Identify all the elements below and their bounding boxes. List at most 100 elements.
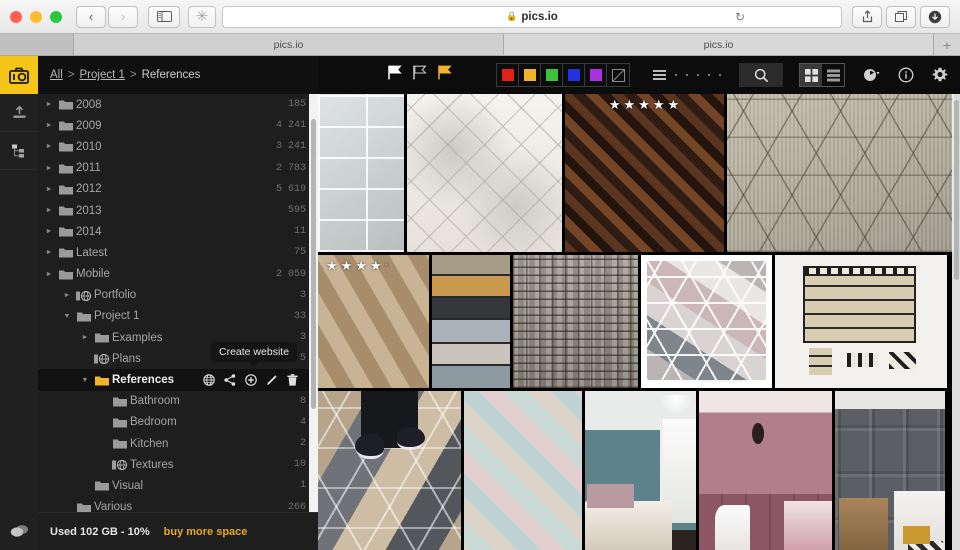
picsio-logo[interactable]	[0, 56, 38, 94]
color-purple[interactable]	[585, 64, 607, 86]
star-on[interactable]: ★	[667, 98, 680, 111]
twisty-collapsed-icon[interactable]: ►	[42, 249, 56, 256]
thumbnail-size-icon[interactable]	[653, 70, 666, 80]
address-bar[interactable]: 🔒 pics.io ↻	[222, 5, 842, 28]
view-mode-toggle[interactable]	[799, 63, 845, 87]
asset-cube-parquet-feet[interactable]	[318, 391, 461, 550]
globe-icon[interactable]	[203, 374, 215, 386]
new-tab-button[interactable]: +	[934, 34, 960, 55]
tree-item-visual[interactable]: Visual 1	[38, 475, 318, 496]
star-on[interactable]: ★	[355, 259, 368, 272]
tree-item-mobile[interactable]: ► Mobile 2 059	[38, 264, 318, 285]
navigation-buttons[interactable]: ‹ ›	[76, 5, 138, 28]
twisty-collapsed-icon[interactable]: ►	[42, 271, 56, 278]
color-red[interactable]	[497, 64, 519, 86]
list-view-icon[interactable]	[822, 64, 844, 86]
tree-item-various[interactable]: Various 266	[38, 497, 318, 512]
collections-tree[interactable]: ► 2008 185 ► 2009 4 241 ► 2010 3 241 ► 2011 2 783 ► 2…	[38, 94, 318, 512]
tab-overview-icon[interactable]	[886, 5, 916, 28]
star-on[interactable]: ★	[638, 98, 651, 111]
tab-pics-io-1[interactable]: pics.io	[74, 34, 504, 55]
asset-dark-wood-parquet[interactable]: ★ ★ ★ ★ ★	[565, 94, 724, 252]
color-yellow[interactable]	[519, 64, 541, 86]
search-icon[interactable]	[739, 63, 783, 87]
size-step-2[interactable]	[686, 74, 688, 76]
flag-white-outline[interactable]	[413, 65, 427, 85]
asset-oak-chevron-floor[interactable]: ★ ★ ★ ★ •	[318, 255, 429, 388]
asset-gray-panel-bedroom[interactable]	[835, 391, 945, 550]
thumbnail-size-slider[interactable]	[653, 70, 721, 80]
size-step-4[interactable]	[708, 74, 710, 76]
tree-item-project-1[interactable]: ▼ Project 1 33	[38, 306, 318, 327]
minimize-window-button[interactable]	[30, 10, 42, 23]
add-icon[interactable]	[245, 374, 257, 386]
flag-white-filled[interactable]	[388, 65, 402, 85]
asset-grid[interactable]: ★ ★ ★ ★ ★ ★ ★ ★ ★ •	[318, 94, 960, 550]
star-on[interactable]: ★	[653, 98, 666, 111]
chat-bubble-icon[interactable]	[0, 512, 38, 550]
share-icon[interactable]	[224, 374, 236, 386]
tree-item-2008[interactable]: ► 2008 185	[38, 94, 318, 115]
tree-item-bedroom[interactable]: Bedroom 4	[38, 412, 318, 433]
tree-item-references[interactable]: ▼ References	[38, 369, 318, 391]
gear-icon[interactable]	[932, 67, 948, 83]
grid-scrollbar[interactable]	[952, 94, 960, 550]
twisty-collapsed-icon[interactable]: ►	[42, 165, 56, 172]
tree-item-latest[interactable]: ► Latest 75	[38, 242, 318, 263]
sidebar-scrollbar-thumb[interactable]	[311, 119, 316, 409]
delete-icon[interactable]	[287, 374, 298, 386]
tree-item-textures[interactable]: Textures 10	[38, 454, 318, 475]
star-on[interactable]: ★	[609, 98, 622, 111]
tree-item-2010[interactable]: ► 2010 3 241	[38, 136, 318, 157]
edit-icon[interactable]	[266, 374, 278, 386]
info-icon[interactable]	[898, 67, 914, 83]
tree-item-portfolio[interactable]: ► Portfolio 3	[38, 285, 318, 306]
tab-pics-io-2[interactable]: pics.io	[504, 34, 934, 55]
back-button[interactable]: ‹	[76, 5, 106, 28]
flag-yellow-filled[interactable]	[438, 65, 452, 85]
asset-pink-bedroom[interactable]	[699, 391, 832, 550]
tree-item-2011[interactable]: ► 2011 2 783	[38, 158, 318, 179]
asset-tile-layout-diagram[interactable]	[775, 255, 947, 388]
upload-icon[interactable]	[0, 94, 38, 132]
color-filters[interactable]	[496, 63, 630, 87]
twisty-collapsed-icon[interactable]: ►	[42, 101, 56, 108]
tree-item-kitchen[interactable]: Kitchen 2	[38, 433, 318, 454]
extension-icon[interactable]: ✳	[188, 5, 216, 28]
asset-marble-herringbone[interactable]	[407, 94, 562, 252]
forward-button[interactable]: ›	[108, 5, 138, 28]
grid-scrollbar-thumb[interactable]	[954, 100, 959, 280]
star-on[interactable]: ★	[624, 98, 637, 111]
twisty-collapsed-icon[interactable]: ►	[42, 228, 56, 235]
twisty-collapsed-icon[interactable]: ►	[42, 122, 56, 129]
tree-item-2014[interactable]: ► 2014 11	[38, 221, 318, 242]
asset-hexagon-mosaic[interactable]	[641, 255, 772, 388]
close-window-button[interactable]	[10, 10, 22, 23]
rating-stars[interactable]: ★ ★ ★ ★ •	[326, 259, 389, 272]
twisty-collapsed-icon[interactable]: ►	[42, 207, 56, 214]
reload-icon[interactable]: ↻	[735, 10, 745, 24]
breadcrumb-all[interactable]: All	[50, 69, 63, 81]
buy-more-space-link[interactable]: buy more space	[164, 526, 248, 538]
tree-item-2012[interactable]: ► 2012 5 619	[38, 179, 318, 200]
asset-wood-hexagon-tile[interactable]	[727, 94, 954, 252]
window-traffic-lights[interactable]	[10, 10, 62, 23]
size-step-3[interactable]	[697, 74, 699, 76]
star-on[interactable]: ★	[341, 259, 354, 272]
color-green[interactable]	[541, 64, 563, 86]
twisty-collapsed-icon[interactable]: ►	[78, 334, 92, 341]
twisty-expanded-icon[interactable]: ▼	[78, 377, 92, 384]
collections-tree-icon[interactable]	[0, 132, 38, 170]
star-off[interactable]: •	[385, 259, 389, 272]
asset-teal-bedroom[interactable]	[585, 391, 696, 550]
downloads-icon[interactable]	[920, 5, 950, 28]
tree-item-bathroom[interactable]: Bathroom 8	[38, 391, 318, 412]
twisty-collapsed-icon[interactable]: ►	[42, 143, 56, 150]
twisty-collapsed-icon[interactable]: ►	[42, 186, 56, 193]
recent-clock-icon[interactable]	[863, 68, 880, 82]
size-step-1[interactable]	[675, 74, 677, 76]
twisty-collapsed-icon[interactable]: ►	[60, 292, 74, 299]
color-blue[interactable]	[563, 64, 585, 86]
asset-pastel-herringbone[interactable]	[464, 391, 582, 550]
asset-stone-brick-wall[interactable]	[513, 255, 638, 388]
